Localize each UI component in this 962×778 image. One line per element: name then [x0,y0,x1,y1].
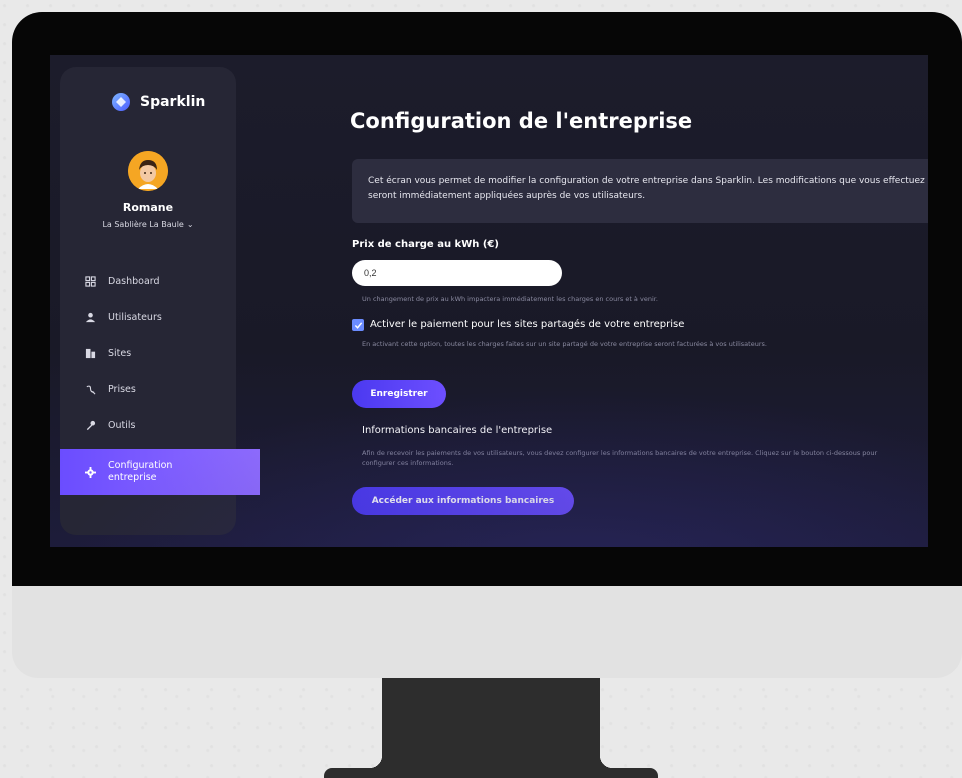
dashboard-icon [84,275,96,287]
user-name: Romane [122,201,174,214]
monitor-stand-base [324,756,658,778]
info-text: Cet écran vous permet de modifier la con… [368,176,925,201]
shared-payment-label[interactable]: Activer le paiement pour les sites parta… [370,319,684,330]
building-icon [84,347,96,359]
gear-icon [84,466,96,478]
sidebar-item-outils[interactable]: Outils [60,407,236,443]
bank-info-button[interactable]: Accéder aux informations bancaires [352,487,574,515]
page-title: Configuration de l'entreprise [350,109,693,133]
app-name: Sparklin [140,94,206,110]
sidebar-item-label: Outils [108,419,136,431]
wrench-icon [84,419,96,431]
sidebar-nav: Dashboard Utilisateurs Sites Prises Outi… [60,263,260,495]
app-logo[interactable]: Sparklin [112,93,205,111]
sidebar-item-configuration[interactable]: Configuration entreprise [60,449,260,495]
organization-selector[interactable]: La Sablière La Baule ⌄ [60,220,236,229]
organization-name: La Sablière La Baule [102,220,184,229]
sidebar-item-label: Sites [108,347,132,359]
sidebar-item-label: Utilisateurs [108,311,162,323]
price-hint: Un changement de prix au kWh impactera i… [362,295,658,303]
sparklin-logo-icon [112,93,130,111]
monitor-stand [382,678,600,768]
bank-info-title: Informations bancaires de l'entreprise [362,425,553,436]
price-input[interactable] [352,260,562,286]
bank-info-hint: Afin de recevoir les paiements de vos ut… [362,449,878,467]
shared-payment-checkbox[interactable] [352,319,364,331]
save-button[interactable]: Enregistrer [352,380,446,408]
sidebar-item-label: Configuration entreprise [108,460,173,483]
plug-icon [84,383,96,395]
avatar[interactable] [128,151,168,191]
sidebar-item-label: Dashboard [108,275,160,287]
info-banner: Cet écran vous permet de modifier la con… [352,159,928,223]
price-label: Prix de charge au kWh (€) [352,239,499,250]
monitor-chin [12,586,962,678]
sidebar-item-utilisateurs[interactable]: Utilisateurs [60,299,236,335]
chevron-down-icon: ⌄ [186,220,194,229]
sidebar-item-prises[interactable]: Prises [60,371,236,407]
sidebar: Sparklin Romane La Sablière La Baule ⌄ Da… [60,67,260,535]
sidebar-item-sites[interactable]: Sites [60,335,236,371]
sidebar-item-dashboard[interactable]: Dashboard [60,263,236,299]
user-icon [84,311,96,323]
shared-payment-hint: En activant cette option, toutes les cha… [362,340,767,348]
app-screen: Sparklin Romane La Sablière La Baule ⌄ Da… [50,55,928,547]
sidebar-item-label: Prises [108,383,136,395]
